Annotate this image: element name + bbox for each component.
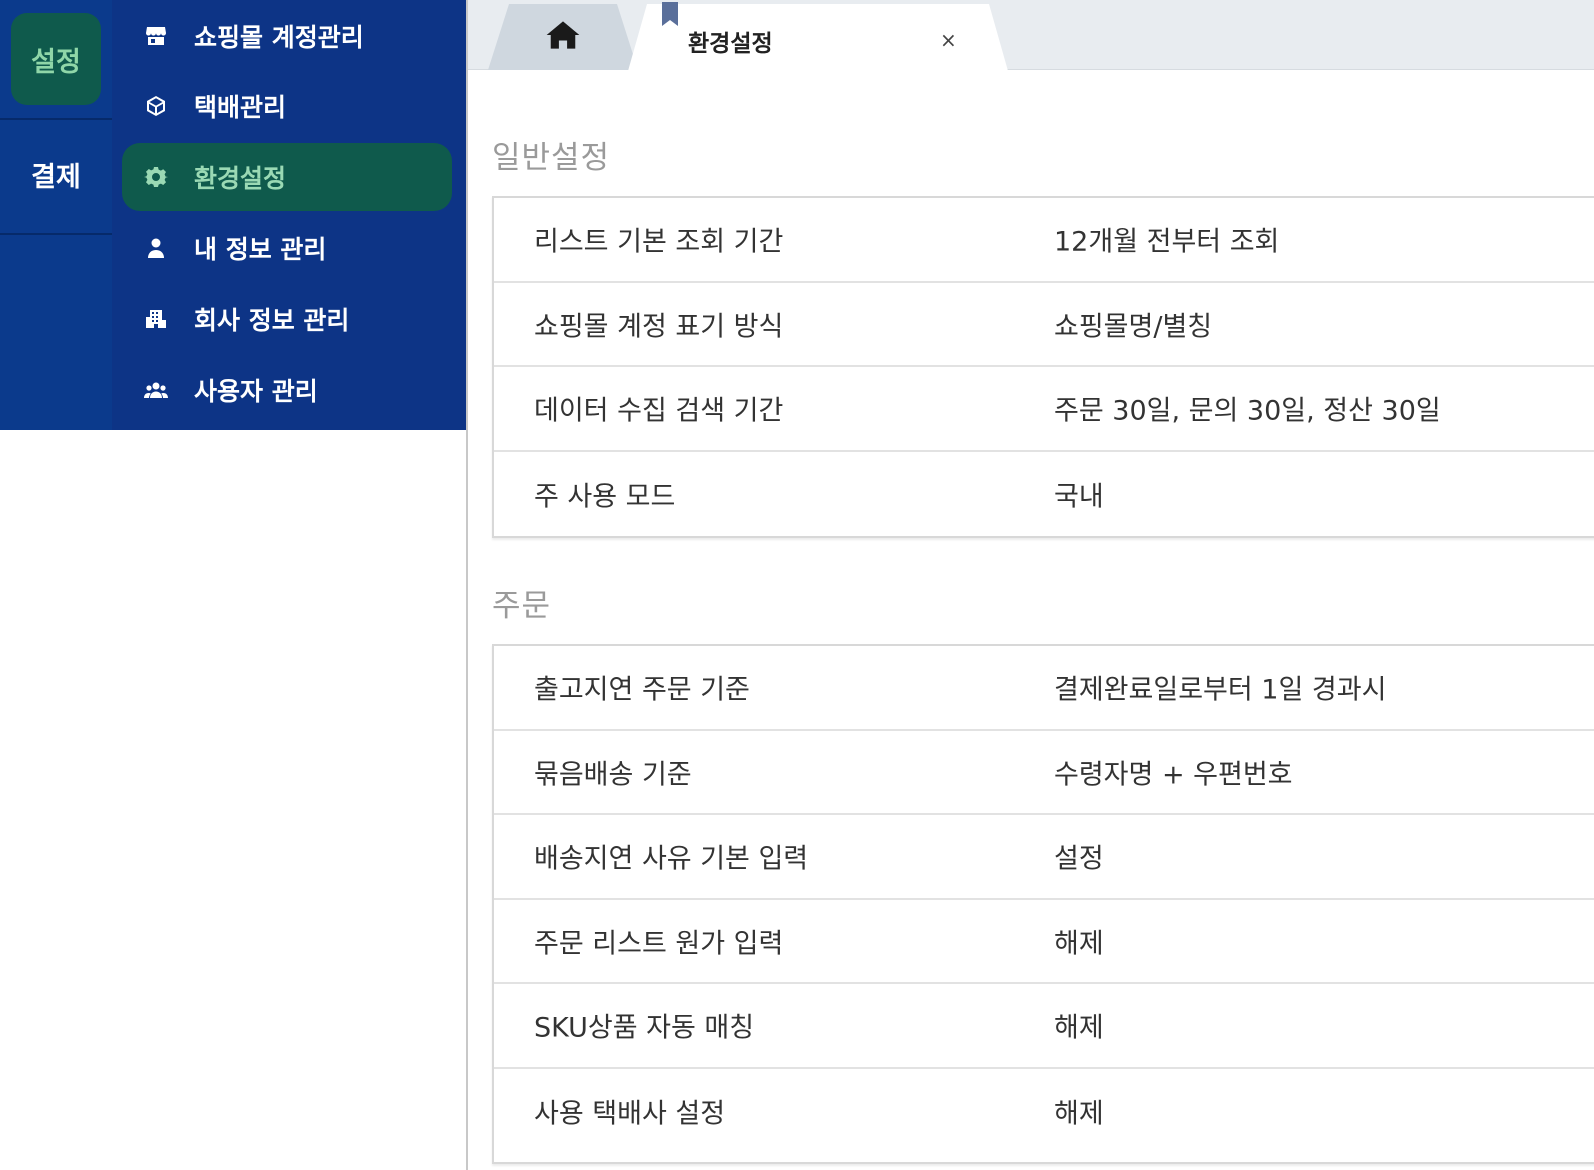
home-icon (546, 20, 580, 54)
bookmark-icon (662, 2, 678, 26)
rail-item-payment[interactable]: 결제 (0, 115, 112, 235)
setting-value: 12개월 전부터 조회 (1054, 226, 1280, 258)
rail-item-settings-label: 설정 (11, 13, 101, 105)
gear-icon (142, 163, 170, 191)
setting-label: 배송지연 사유 기본 입력 (534, 843, 809, 875)
settings-row[interactable]: 리스트 기본 조회 기간 12개월 전부터 조회 (494, 198, 1594, 283)
users-icon (142, 376, 170, 404)
nav-item-company-info[interactable]: 회사 정보 관리 (122, 285, 452, 353)
setting-label: 묶음배송 기준 (534, 759, 692, 791)
nav-item-courier[interactable]: 택배관리 (122, 72, 452, 140)
setting-value: 해제 (1054, 1098, 1104, 1130)
tab-label: 환경설정 (688, 31, 773, 57)
setting-label: 사용 택배사 설정 (534, 1098, 726, 1130)
setting-value: 해제 (1054, 1012, 1104, 1044)
settings-row[interactable]: 데이터 수집 검색 기간 주문 30일, 문의 30일, 정산 30일 (494, 367, 1594, 452)
main-rail: 설정 결제 (0, 0, 112, 430)
nav-item-label: 회사 정보 관리 (194, 306, 350, 335)
setting-label: 주문 리스트 원가 입력 (534, 928, 784, 960)
setting-value: 설정 (1054, 843, 1104, 875)
setting-label: 주 사용 모드 (534, 481, 676, 513)
tab-preferences[interactable]: 환경설정 × (628, 4, 1008, 71)
setting-value: 국내 (1054, 481, 1104, 513)
setting-label: 데이터 수집 검색 기간 (534, 395, 784, 427)
settings-row[interactable]: 쇼핑몰 계정 표기 방식 쇼핑몰명/별칭 (494, 283, 1594, 367)
nav-item-label: 환경설정 (194, 164, 287, 193)
settings-row[interactable]: 묶음배송 기준 수령자명 + 우편번호 (494, 731, 1594, 815)
settings-subnav: 쇼핑몰 계정관리 택배관리 환경설정 내 정보 관리 회사 정보 관리 사용자 … (112, 0, 466, 430)
user-icon (142, 234, 170, 262)
rail-item-payment-label: 결제 (31, 161, 81, 193)
section-title-orders: 주문 (492, 588, 552, 624)
nav-item-user-management[interactable]: 사용자 관리 (122, 356, 452, 424)
order-settings-panel: 출고지연 주문 기준 결제완료일로부터 1일 경과시 묶음배송 기준 수령자명 … (492, 644, 1594, 1164)
settings-row[interactable]: 주 사용 모드 국내 (494, 452, 1594, 537)
setting-value: 수령자명 + 우편번호 (1054, 759, 1293, 791)
setting-value: 주문 30일, 문의 30일, 정산 30일 (1054, 395, 1441, 427)
tab-home[interactable] (488, 4, 638, 70)
building-icon (142, 305, 170, 333)
setting-value: 해제 (1054, 928, 1104, 960)
store-icon (142, 22, 170, 50)
settings-row[interactable]: 주문 리스트 원가 입력 해제 (494, 900, 1594, 984)
settings-row[interactable]: 출고지연 주문 기준 결제완료일로부터 1일 경과시 (494, 646, 1594, 731)
general-settings-panel: 리스트 기본 조회 기간 12개월 전부터 조회 쇼핑몰 계정 표기 방식 쇼핑… (492, 196, 1594, 538)
nav-item-label: 쇼핑몰 계정관리 (194, 23, 364, 52)
rail-item-settings[interactable]: 설정 (0, 0, 112, 120)
cube-icon (142, 92, 170, 120)
settings-row[interactable]: 사용 택배사 설정 해제 (494, 1069, 1594, 1154)
main-content: 환경설정 × 일반설정 리스트 기본 조회 기간 12개월 전부터 조회 쇼핑몰… (466, 0, 1594, 1170)
setting-label: SKU상품 자동 매칭 (534, 1012, 755, 1044)
settings-row[interactable]: SKU상품 자동 매칭 해제 (494, 984, 1594, 1069)
setting-label: 출고지연 주문 기준 (534, 674, 750, 706)
nav-item-my-info[interactable]: 내 정보 관리 (122, 214, 452, 282)
nav-item-mall-accounts[interactable]: 쇼핑몰 계정관리 (122, 2, 452, 70)
nav-item-label: 택배관리 (194, 93, 287, 122)
nav-item-label: 사용자 관리 (194, 377, 318, 406)
setting-label: 리스트 기본 조회 기간 (534, 226, 784, 258)
setting-label: 쇼핑몰 계정 표기 방식 (534, 311, 784, 343)
section-title-general: 일반설정 (492, 140, 611, 176)
settings-row[interactable]: 배송지연 사유 기본 입력 설정 (494, 815, 1594, 900)
tab-bar: 환경설정 × (468, 0, 1594, 71)
tab-close-button[interactable]: × (940, 28, 957, 52)
setting-value: 쇼핑몰명/별칭 (1054, 311, 1213, 343)
nav-item-label: 내 정보 관리 (194, 235, 327, 264)
setting-value: 결제완료일로부터 1일 경과시 (1054, 674, 1387, 706)
nav-item-preferences[interactable]: 환경설정 (122, 143, 452, 211)
